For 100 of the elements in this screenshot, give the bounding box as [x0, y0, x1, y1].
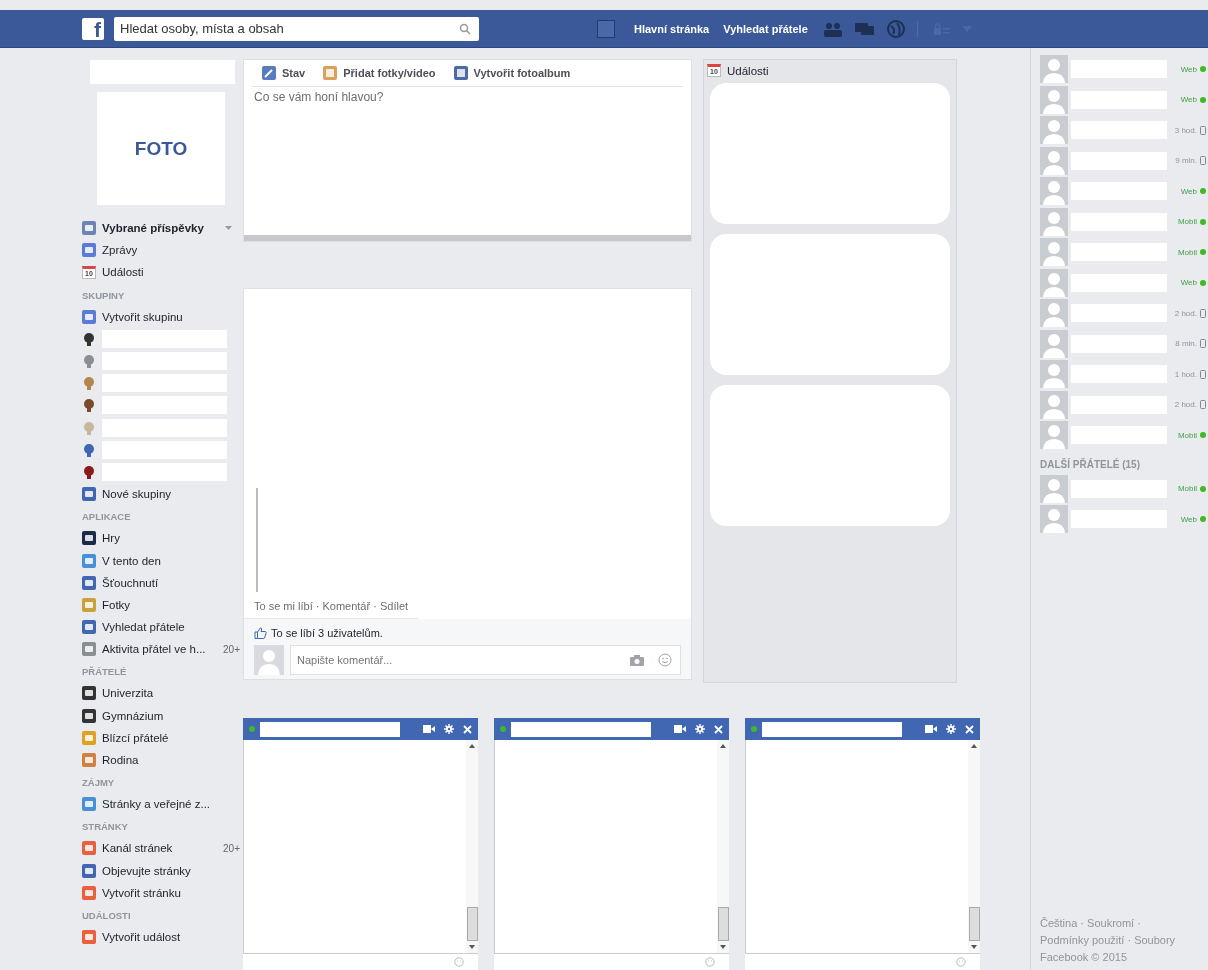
smiley-icon[interactable]	[454, 957, 464, 967]
video-call-icon[interactable]	[423, 725, 435, 733]
scrollbar[interactable]	[968, 740, 980, 953]
sidebar-link[interactable]: Kanál stránek	[102, 842, 173, 855]
friends-icon[interactable]	[822, 20, 843, 37]
sidebar-link[interactable]: Šťouchnutí	[102, 576, 159, 589]
video-call-icon[interactable]	[674, 725, 686, 733]
nav-link[interactable]: Vyhledat přátele	[720, 22, 811, 35]
sidebar-link[interactable]: Hry	[102, 532, 120, 545]
sidebar-link[interactable]: Objevujte stránky	[102, 864, 191, 877]
scroll-up-icon[interactable]	[971, 744, 977, 748]
section-heading: SKUPINY	[82, 288, 126, 303]
section-heading: STRÁNKY	[82, 820, 129, 835]
sidebar-link[interactable]: Vytvořit skupinu	[102, 310, 183, 323]
facebook-logo[interactable]: f	[82, 17, 104, 40]
globe-icon[interactable]	[886, 19, 905, 38]
avatar-silhouette[interactable]	[1040, 299, 1068, 328]
sidebar-link[interactable]: Aktivita přátel ve h...	[102, 643, 206, 656]
sidebar-link[interactable]: Vyhledat přátele	[102, 621, 185, 634]
app-icon	[82, 708, 96, 723]
avatar-silhouette[interactable]	[1040, 177, 1068, 206]
sidebar-link[interactable]: Rodina	[102, 754, 139, 767]
app-icon	[82, 797, 96, 812]
group-icon	[82, 398, 96, 413]
sidebar-link[interactable]: Zprávy	[102, 244, 138, 257]
close-icon[interactable]	[714, 724, 723, 734]
scroll-up-icon[interactable]	[469, 744, 475, 748]
avatar-silhouette[interactable]	[1040, 421, 1068, 450]
avatar-silhouette[interactable]	[1040, 474, 1068, 503]
app-icon	[82, 620, 96, 635]
smiley-icon[interactable]	[956, 957, 966, 967]
sidebar-link[interactable]: Události	[102, 266, 144, 279]
event-card[interactable]	[710, 83, 950, 224]
scrollbar[interactable]	[717, 740, 729, 953]
composer-tab[interactable]: Vytvořit fotoalbum	[453, 66, 571, 80]
app-icon	[82, 686, 96, 701]
scroll-thumb[interactable]	[466, 907, 478, 941]
avatar-silhouette[interactable]	[1040, 390, 1068, 419]
event-card[interactable]	[710, 385, 950, 526]
app-icon	[82, 929, 96, 944]
smiley-icon[interactable]	[658, 653, 672, 667]
close-icon[interactable]	[463, 724, 472, 734]
sidebar-link[interactable]: Vytvořit událost	[102, 930, 181, 943]
smiley-icon[interactable]	[705, 957, 715, 967]
profile-photo-placeholder[interactable]: FOTO	[97, 92, 225, 205]
sidebar-link[interactable]: Fotky	[102, 598, 131, 611]
sidebar-link[interactable]: V tento den	[102, 554, 161, 567]
profile-thumbnail[interactable]	[597, 19, 615, 38]
avatar-silhouette[interactable]	[1040, 238, 1068, 267]
close-icon[interactable]	[965, 724, 974, 734]
avatar-silhouette[interactable]	[1040, 116, 1068, 145]
photo-label: FOTO	[134, 137, 188, 160]
sidebar-link[interactable]: Vytvořit stránku	[102, 886, 181, 899]
scroll-up-icon[interactable]	[720, 744, 726, 748]
scroll-down-icon[interactable]	[720, 945, 726, 949]
app-icon	[82, 841, 96, 856]
scroll-thumb[interactable]	[717, 907, 729, 941]
presence-label: 9 min.	[1175, 156, 1197, 166]
presence-label: Web	[1180, 64, 1197, 74]
presence-label: 1 hod.	[1174, 369, 1197, 379]
nav-link[interactable]: Hlavní stránka	[631, 22, 713, 35]
composer-tab[interactable]: Přidat fotky/video	[323, 66, 436, 80]
search-icon[interactable]	[459, 22, 471, 35]
avatar-silhouette[interactable]	[1040, 85, 1068, 114]
search-field[interactable]: Hledat osoby, místa a obsah	[114, 16, 479, 41]
sidebar-link[interactable]: Vybrané příspěvky	[102, 222, 204, 235]
photo-icon	[323, 66, 338, 80]
presence-label: Web	[1180, 514, 1197, 524]
scroll-thumb[interactable]	[968, 907, 980, 941]
sidebar-link[interactable]: Univerzita	[102, 687, 154, 700]
sidebar-link[interactable]: Blízcí přátelé	[102, 731, 169, 744]
app-icon	[82, 885, 96, 900]
avatar-silhouette[interactable]	[1040, 360, 1068, 389]
messages-icon[interactable]	[854, 20, 875, 37]
sidebar-link[interactable]: Stránky a veřejné z...	[102, 798, 211, 811]
app-icon	[82, 575, 96, 590]
scroll-down-icon[interactable]	[971, 945, 977, 949]
composer-tab[interactable]: Stav	[262, 66, 306, 80]
avatar-silhouette[interactable]	[1040, 268, 1068, 297]
sidebar-link[interactable]: Gymnázium	[102, 709, 164, 722]
count-label: 20+	[223, 842, 240, 854]
avatar-silhouette[interactable]	[1040, 146, 1068, 175]
avatar-silhouette[interactable]	[1040, 505, 1068, 534]
scrollbar[interactable]	[466, 740, 478, 953]
avatar-silhouette[interactable]	[1040, 207, 1068, 236]
comment-field[interactable]: Napište komentář...	[290, 645, 681, 675]
settings-icon[interactable]	[695, 724, 705, 734]
avatar-silhouette[interactable]	[1040, 329, 1068, 358]
event-card[interactable]	[710, 234, 950, 375]
camera-icon[interactable]	[630, 654, 644, 666]
settings-icon[interactable]	[444, 724, 454, 734]
avatar-silhouette[interactable]	[1040, 55, 1068, 84]
caret-icon[interactable]	[225, 226, 232, 231]
settings-icon[interactable]	[946, 724, 956, 734]
video-call-icon[interactable]	[925, 725, 937, 733]
presence-label: Web	[1180, 95, 1197, 105]
section-heading: ZÁJMY	[82, 776, 116, 791]
presence-label: 8 min.	[1175, 339, 1197, 349]
scroll-down-icon[interactable]	[469, 945, 475, 949]
sidebar-link[interactable]: Nové skupiny	[102, 488, 172, 501]
